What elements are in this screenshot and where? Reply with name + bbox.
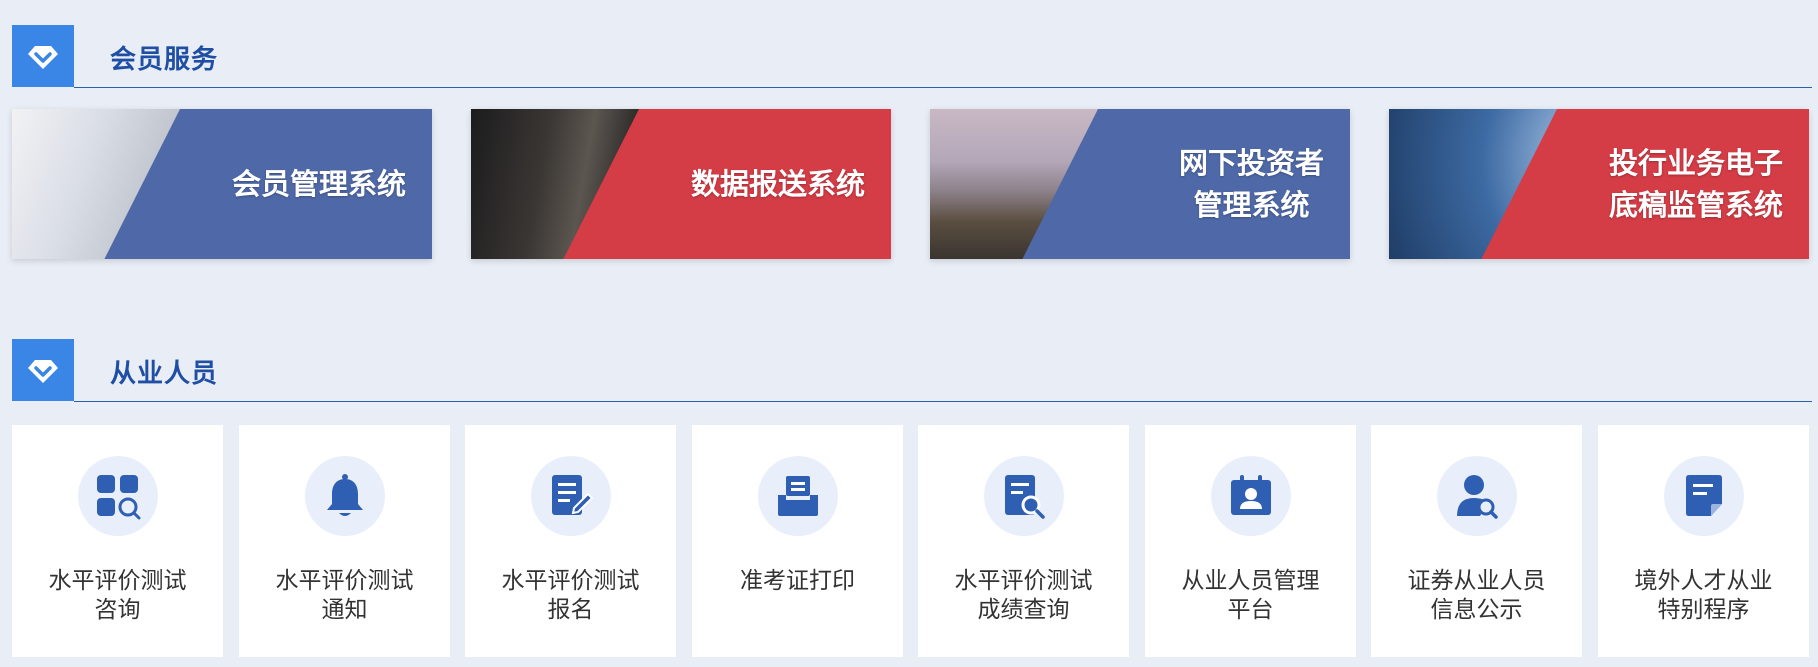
bell-icon bbox=[305, 456, 385, 536]
section-title-practitioners: 从业人员 bbox=[110, 359, 219, 389]
card-practitioner-platform[interactable]: 从业人员管理 平台 bbox=[1145, 425, 1356, 657]
banner-data-reporting[interactable]: 数据报送系统 bbox=[471, 109, 891, 259]
banner-member-management[interactable]: 会员管理系统 bbox=[12, 109, 432, 259]
diamond-badge-icon bbox=[12, 25, 74, 87]
card-test-registration[interactable]: 水平评价测试 报名 bbox=[465, 425, 676, 657]
member-services-header: 会员服务 bbox=[12, 25, 1812, 91]
section-divider bbox=[74, 87, 1812, 88]
user-search-icon bbox=[1437, 456, 1517, 536]
card-label: 水平评价测试 成绩查询 bbox=[954, 568, 1093, 623]
card-label: 境外人才从业 特别程序 bbox=[1634, 568, 1773, 623]
edit-document-icon bbox=[531, 456, 611, 536]
banner-label: 投行业务电子 底稿监管系统 bbox=[1608, 146, 1783, 222]
card-info-disclosure[interactable]: 证券从业人员 信息公示 bbox=[1371, 425, 1582, 657]
document-icon bbox=[1664, 456, 1744, 536]
card-overseas-talent[interactable]: 境外人才从业 特别程序 bbox=[1598, 425, 1809, 657]
card-label: 证券从业人员 信息公示 bbox=[1407, 568, 1546, 623]
section-title-member-services: 会员服务 bbox=[110, 45, 219, 75]
banner-label: 网下投资者 管理系统 bbox=[1178, 146, 1324, 222]
printer-icon bbox=[758, 456, 838, 536]
apps-search-icon bbox=[78, 456, 158, 536]
banner-offline-investors[interactable]: 网下投资者 管理系统 bbox=[930, 109, 1350, 259]
card-admission-ticket-print[interactable]: 准考证打印 bbox=[692, 425, 903, 657]
id-card-icon bbox=[1211, 456, 1291, 536]
card-label: 水平评价测试 通知 bbox=[275, 568, 414, 623]
card-label: 水平评价测试 咨询 bbox=[48, 568, 187, 623]
banner-label: 会员管理系统 bbox=[231, 167, 406, 201]
diamond-badge-icon bbox=[12, 339, 74, 401]
card-label: 准考证打印 bbox=[740, 568, 855, 594]
card-test-notice[interactable]: 水平评价测试 通知 bbox=[239, 425, 450, 657]
card-score-query[interactable]: 水平评价测试 成绩查询 bbox=[918, 425, 1129, 657]
card-label: 水平评价测试 报名 bbox=[501, 568, 640, 623]
banner-investment-banking[interactable]: 投行业务电子 底稿监管系统 bbox=[1389, 109, 1809, 259]
card-label: 从业人员管理 平台 bbox=[1181, 568, 1320, 623]
practitioners-header: 从业人员 bbox=[12, 339, 1812, 405]
banner-label: 数据报送系统 bbox=[690, 167, 865, 201]
card-test-consultation[interactable]: 水平评价测试 咨询 bbox=[12, 425, 223, 657]
document-search-icon bbox=[984, 456, 1064, 536]
section-divider bbox=[74, 401, 1812, 402]
